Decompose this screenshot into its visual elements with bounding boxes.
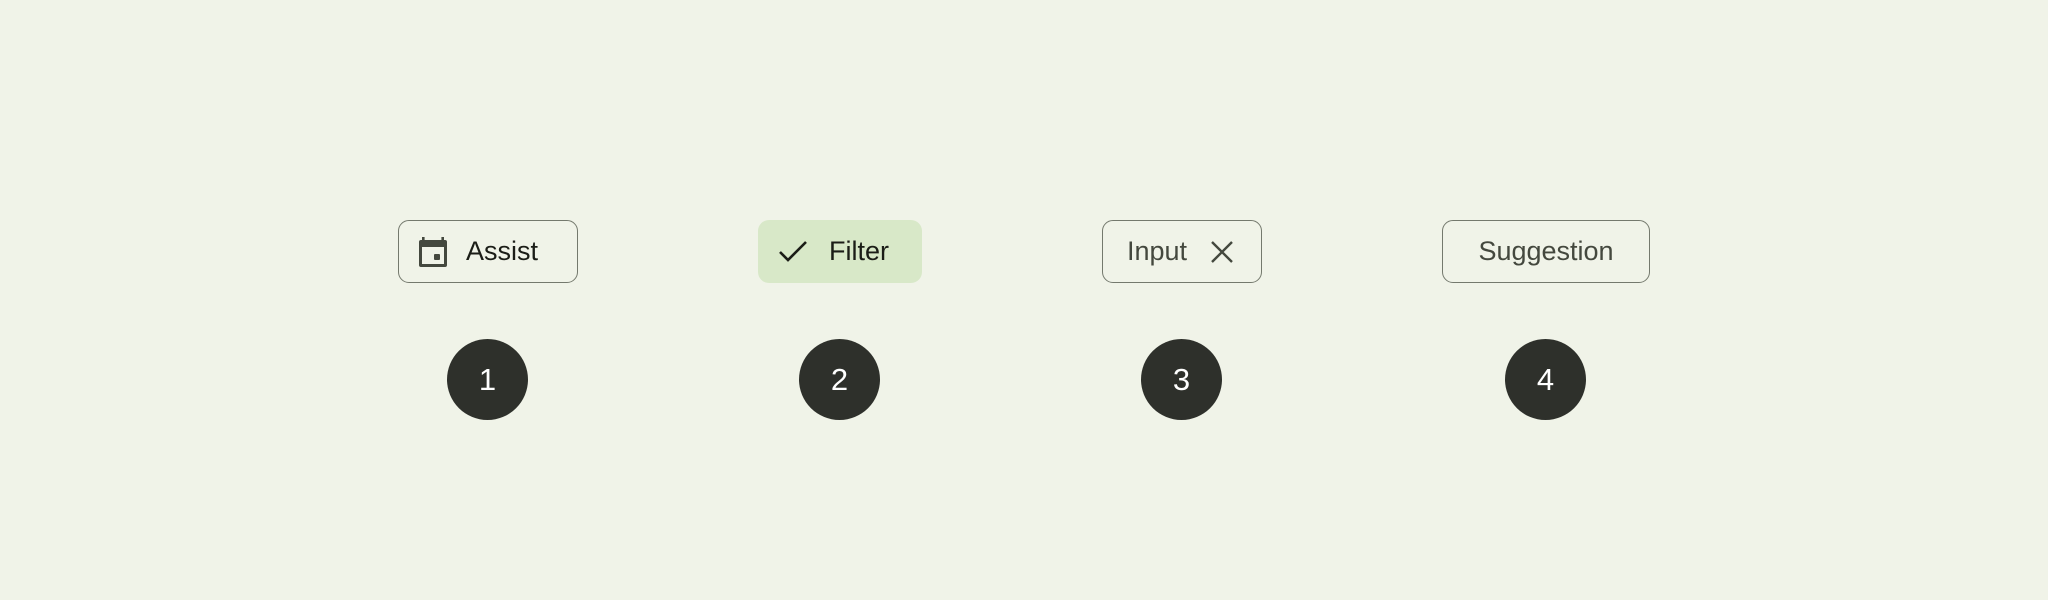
suggestion-chip[interactable]: Suggestion [1442,220,1650,283]
assist-chip-label: Assist [466,236,539,266]
assist-chip[interactable]: Assist [398,220,578,283]
close-icon[interactable] [1207,237,1237,267]
check-icon [778,237,808,267]
calendar-icon [418,236,448,267]
number-badge-3: 3 [1141,339,1222,420]
input-chip-label: Input [1127,236,1188,266]
filter-chip[interactable]: Filter [758,220,922,283]
number-badge-1: 1 [447,339,528,420]
input-chip[interactable]: Input [1102,220,1262,283]
filter-chip-label: Filter [829,236,889,266]
suggestion-chip-label: Suggestion [1478,236,1614,266]
number-badge-2: 2 [799,339,880,420]
number-badge-4: 4 [1505,339,1586,420]
